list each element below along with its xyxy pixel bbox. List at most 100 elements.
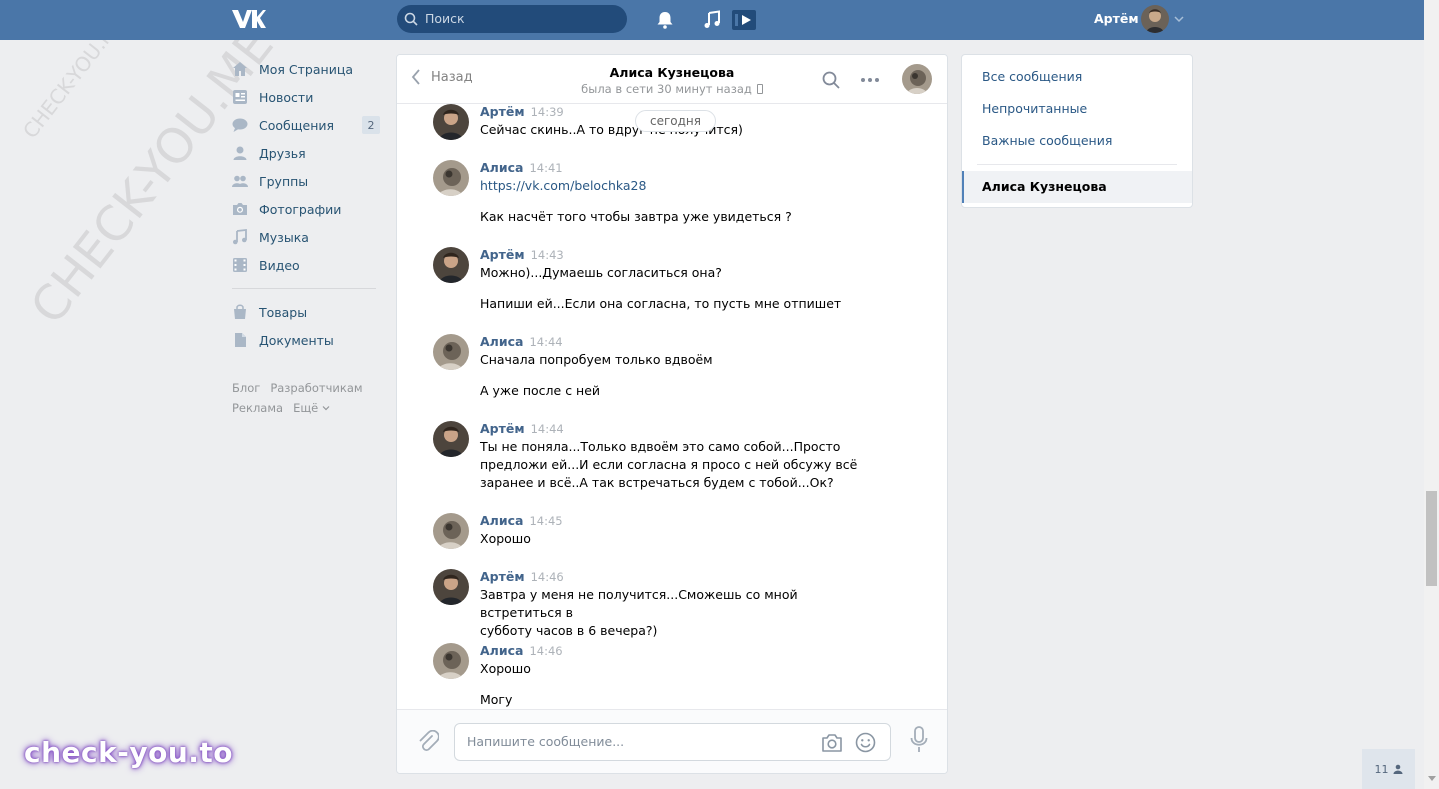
microphone-icon[interactable] xyxy=(909,726,929,754)
footer-link-blog[interactable]: Блог xyxy=(232,381,260,395)
bell-icon[interactable] xyxy=(655,10,675,30)
message-meta: Артём 14:44 xyxy=(480,421,564,436)
message-author[interactable]: Алиса xyxy=(480,160,523,175)
message-time: 14:41 xyxy=(529,161,563,175)
sidebar-item-label: Видео xyxy=(259,257,300,273)
document-icon xyxy=(235,333,246,347)
sidebar-item-friends[interactable]: Друзья xyxy=(230,139,380,167)
message-link[interactable]: https://vk.com/belochka28 xyxy=(480,177,880,195)
message-author[interactable]: Алиса xyxy=(480,334,523,349)
message-author[interactable]: Артём xyxy=(480,569,525,584)
home-icon xyxy=(233,62,247,76)
sidebar-item-goods[interactable]: Товары xyxy=(230,298,380,326)
chevron-down-icon[interactable] xyxy=(1174,14,1184,24)
filter-important[interactable]: Важные сообщения xyxy=(982,133,1112,148)
message-author[interactable]: Артём xyxy=(480,247,525,262)
camera-icon[interactable] xyxy=(821,733,843,753)
message-time: 14:45 xyxy=(529,514,563,528)
top-user-name[interactable]: Артём xyxy=(1094,11,1139,26)
chat-panel: Назад Алиса Кузнецова была в сети 30 мин… xyxy=(396,54,948,774)
author-avatar[interactable] xyxy=(433,569,469,605)
sidebar-item-news[interactable]: Новости xyxy=(230,83,380,111)
chevron-down-icon xyxy=(322,406,330,411)
search-icon[interactable] xyxy=(822,71,840,89)
message-author[interactable]: Алиса xyxy=(480,513,523,528)
footer-link-ads[interactable]: Реклама xyxy=(232,401,283,415)
sidebar-item-video[interactable]: Видео xyxy=(230,251,380,279)
scrollbar-thumb[interactable] xyxy=(1426,491,1437,586)
sidebar-item-my-page[interactable]: Моя Страница xyxy=(230,55,380,83)
footer-link-more-label: Ещё xyxy=(293,401,319,415)
message-meta: Алиса 14:41 xyxy=(480,160,563,175)
message-time: 14:39 xyxy=(530,105,564,119)
messages-filter-panel: Все сообщения Непрочитанные Важные сообщ… xyxy=(961,54,1193,208)
author-avatar[interactable] xyxy=(433,421,469,457)
sidebar-item-label: Новости xyxy=(259,89,314,105)
camera-icon xyxy=(233,203,247,215)
music-icon xyxy=(233,229,247,245)
person-icon xyxy=(1393,764,1402,774)
message-time: 14:43 xyxy=(530,248,564,262)
filter-unread[interactable]: Непрочитанные xyxy=(982,101,1087,116)
chat-status-text: была в сети 30 минут назад xyxy=(581,82,752,96)
scroll-down-arrow-icon[interactable] xyxy=(1428,776,1436,781)
sidebar-item-label: Группы xyxy=(259,173,309,189)
message-author[interactable]: Алиса xyxy=(480,643,523,658)
vk-logo-icon[interactable] xyxy=(232,8,266,30)
author-avatar[interactable] xyxy=(433,643,469,679)
paperclip-icon[interactable] xyxy=(417,730,439,754)
user-avatar[interactable] xyxy=(1141,5,1169,33)
sidebar-item-label: Сообщения xyxy=(259,117,335,133)
sidebar-item-documents[interactable]: Документы xyxy=(230,326,380,354)
sidebar-item-photos[interactable]: Фотографии xyxy=(230,195,380,223)
news-icon xyxy=(233,90,247,104)
sidebar-item-label: Музыка xyxy=(259,229,309,245)
author-avatar[interactable] xyxy=(433,513,469,549)
message-meta: Артём 14:39 xyxy=(480,104,564,119)
friends-online-widget[interactable]: 11 xyxy=(1362,749,1415,789)
message-text: Ты не поняла...Только вдвоём это само со… xyxy=(480,439,858,490)
message-meta: Алиса 14:44 xyxy=(480,334,563,349)
author-avatar[interactable] xyxy=(433,247,469,283)
message-time: 14:46 xyxy=(529,644,563,658)
message-input[interactable]: Напишите сообщение... xyxy=(454,723,891,761)
message-meta: Артём 14:43 xyxy=(480,247,564,262)
contact-avatar[interactable] xyxy=(902,64,932,94)
search-box[interactable]: Поиск xyxy=(397,5,627,33)
filter-all-messages[interactable]: Все сообщения xyxy=(982,69,1082,84)
messages-count-badge: 2 xyxy=(362,116,380,134)
more-icon[interactable] xyxy=(860,77,880,83)
sidebar-item-messages[interactable]: Сообщения 2 xyxy=(230,111,380,139)
play-icon[interactable] xyxy=(732,10,756,30)
message-author[interactable]: Артём xyxy=(480,104,525,119)
video-icon xyxy=(233,258,247,272)
sidebar-item-groups[interactable]: Группы xyxy=(230,167,380,195)
footer-link-more[interactable]: Ещё xyxy=(293,401,330,415)
message-text: Завтра у меня не получится...Сможешь со … xyxy=(480,587,798,638)
groups-icon xyxy=(232,175,248,187)
sidebar-item-label: Фотографии xyxy=(259,201,342,217)
author-avatar[interactable] xyxy=(433,160,469,196)
author-avatar[interactable] xyxy=(433,334,469,370)
message-text: Можно)...Думаешь согласиться она? xyxy=(480,265,722,280)
page-scrollbar[interactable] xyxy=(1424,0,1439,789)
message-list[interactable]: Артём 14:39 Сейчас скинь..А то вдруг не п… xyxy=(397,104,947,711)
brand-watermark: check-you.to xyxy=(24,736,234,769)
left-nav: Моя Страница Новости Сообщения 2 Друзья … xyxy=(230,55,380,418)
message-meta: Артём 14:46 xyxy=(480,569,564,584)
message-text: А уже после с ней xyxy=(480,383,601,398)
author-avatar[interactable] xyxy=(433,104,469,140)
message-text: Как насчёт того чтобы завтра уже увидеть… xyxy=(480,209,792,224)
sidebar-item-label: Друзья xyxy=(259,145,306,161)
chat-header: Назад Алиса Кузнецова была в сети 30 мин… xyxy=(397,55,947,104)
emoji-icon[interactable] xyxy=(855,732,876,753)
message-author[interactable]: Артём xyxy=(480,421,525,436)
footer-link-developers[interactable]: Разработчикам xyxy=(270,381,362,395)
message-time: 14:46 xyxy=(530,570,564,584)
sidebar-item-music[interactable]: Музыка xyxy=(230,223,380,251)
message-text: Сначала попробуем только вдвоём xyxy=(480,352,713,367)
conversation-tab-active[interactable]: Алиса Кузнецова xyxy=(962,171,1192,203)
music-icon[interactable] xyxy=(702,10,722,30)
message-input-placeholder: Напишите сообщение... xyxy=(467,734,625,749)
friends-icon xyxy=(233,146,247,160)
